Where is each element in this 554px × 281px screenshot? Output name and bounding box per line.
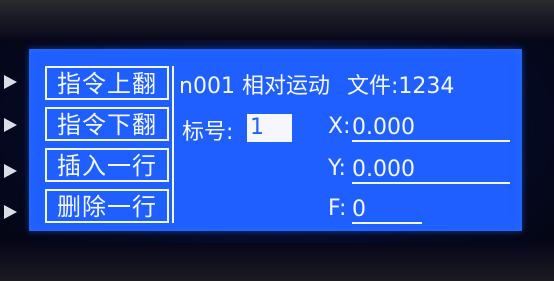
softkey-4-arrow-icon[interactable] — [4, 205, 17, 219]
bezel-top — [0, 0, 554, 40]
file-label: 文件: — [346, 74, 399, 99]
instruction-name: 相对运动 — [241, 74, 330, 99]
lcd-screen: 指令上翻 指令下翻 插入一行 删除一行 n001 相对运动 文件:1234 标号… — [29, 49, 522, 231]
device-bezel: 指令上翻 指令下翻 插入一行 删除一行 n001 相对运动 文件:1234 标号… — [0, 0, 554, 281]
menu-page-up-button[interactable]: 指令上翻 — [45, 66, 169, 100]
softkey-1-arrow-icon[interactable] — [4, 75, 17, 89]
f-label: F: — [328, 196, 347, 221]
softkey-3-arrow-icon[interactable] — [4, 164, 17, 178]
softkey-2-arrow-icon[interactable] — [4, 118, 17, 132]
instruction-editor: n001 相对运动 文件:1234 标号: 1 X: 0.000 Y: 0.00… — [176, 66, 516, 226]
menu-page-down-button[interactable]: 指令下翻 — [45, 107, 169, 141]
menu-divider — [172, 66, 174, 223]
tag-input[interactable]: 1 — [247, 114, 292, 142]
softkey-menu: 指令上翻 指令下翻 插入一行 删除一行 — [45, 66, 171, 223]
instruction-number: n001 — [179, 74, 235, 99]
f-input[interactable]: 0 — [352, 196, 422, 224]
y-input[interactable]: 0.000 — [352, 156, 510, 184]
x-label: X: — [328, 114, 351, 139]
bezel-bottom — [0, 243, 554, 281]
instruction-header: n001 相对运动 文件:1234 — [179, 68, 454, 100]
y-label: Y: — [328, 156, 346, 181]
menu-insert-row-button[interactable]: 插入一行 — [45, 148, 169, 182]
file-value: 1234 — [398, 74, 455, 99]
menu-delete-row-button[interactable]: 删除一行 — [45, 189, 169, 223]
tag-label: 标号: — [182, 120, 234, 145]
x-input[interactable]: 0.000 — [352, 114, 510, 142]
